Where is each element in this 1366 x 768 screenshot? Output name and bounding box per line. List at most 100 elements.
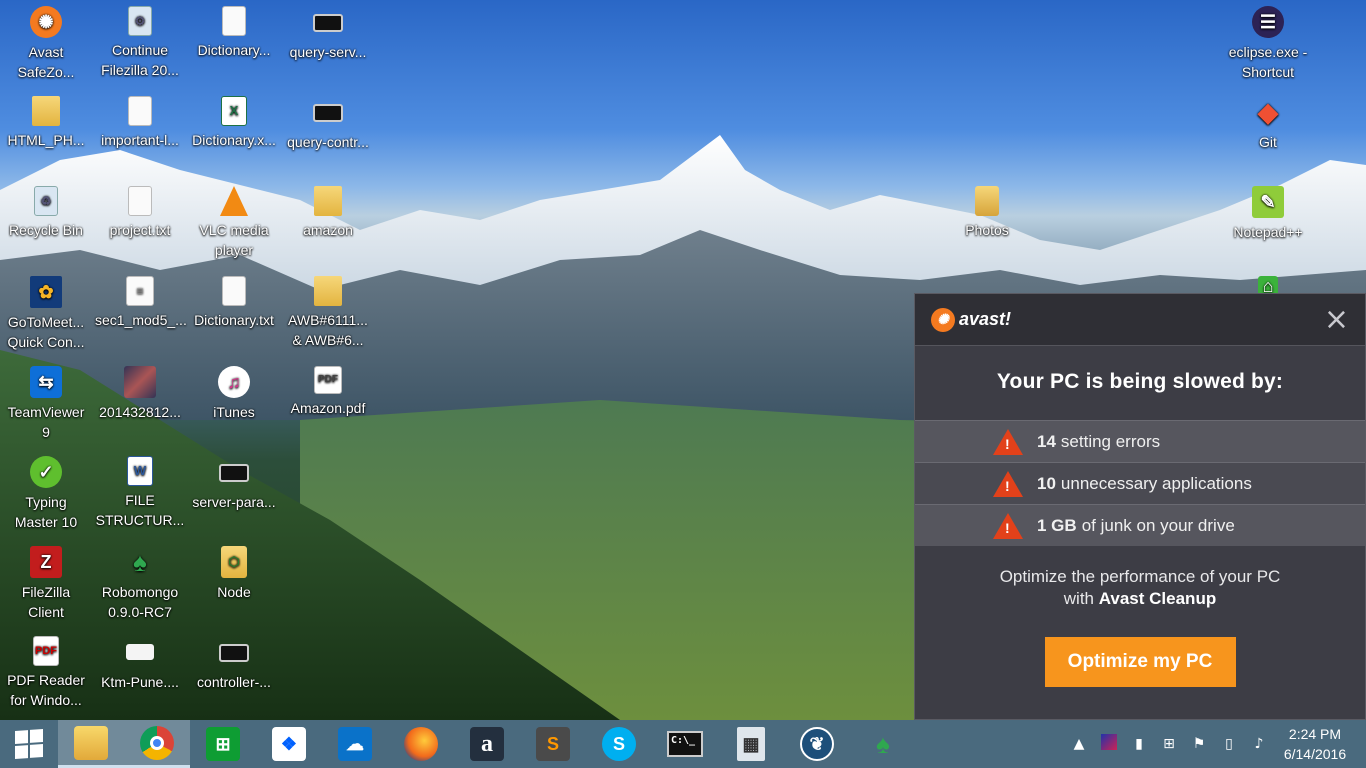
desktop-icon-server-para[interactable]: server-para... [189, 456, 279, 512]
battery-icon[interactable]: ▯ [1214, 736, 1244, 752]
show-hidden-icons[interactable]: ▲ [1064, 736, 1094, 752]
desktop-icon-eclipse[interactable]: ☰ eclipse.exe - Shortcut [1223, 6, 1313, 82]
desktop-icon-label: controller-... [197, 674, 271, 690]
popup-title: Your PC is being slowed by: [996, 370, 1284, 393]
desktop-icon-label: Robomongo 0.9.0-RC7 [101, 584, 179, 620]
desktop-icon-html-ph[interactable]: HTML_PH... [1, 96, 91, 150]
volume-icon[interactable]: ♪ [1244, 736, 1274, 752]
tray-app-icon[interactable] [1094, 734, 1124, 754]
promo-line-1: Optimize the performance of your PC [999, 567, 1281, 586]
desktop-icon-project-txt[interactable]: project.txt [95, 186, 185, 240]
windows-icon[interactable]: ⊞ [1154, 736, 1184, 752]
desktop-icon-ktm-pune[interactable]: Ktm-Pune.... [95, 636, 185, 692]
desktop-icon-image-file[interactable]: 201432812... [95, 366, 185, 422]
folder-icon [314, 186, 342, 216]
start-button[interactable] [0, 720, 58, 768]
avast-notification-popup: ✺ avast! × Your PC is being slowed by: !… [914, 293, 1366, 720]
close-button[interactable]: × [1324, 304, 1349, 335]
signal-strength-icon[interactable]: ▮ [1124, 736, 1154, 752]
desktop-icon-itunes[interactable]: ♫ iTunes [189, 366, 279, 422]
desktop-icon-vlc[interactable]: VLC media player [189, 186, 279, 260]
desktop-icon-pdf-reader[interactable]: PDF PDF Reader for Windo... [1, 636, 91, 710]
desktop-icon-label: Photos [965, 222, 1009, 238]
warning-icon: ! [993, 470, 1023, 497]
desktop-icon-teamviewer[interactable]: ⇆ TeamViewer 9 [1, 366, 91, 442]
issue-count: 1 GB [1037, 515, 1077, 535]
taskbar-firefox[interactable] [388, 720, 454, 768]
skype-icon: S [602, 727, 636, 761]
recycle-bin-icon: ♻ [34, 186, 58, 216]
warning-icon: ! [993, 428, 1023, 455]
dropbox-icon: ❖ [272, 727, 306, 761]
taskbar-command-prompt[interactable]: C:\_ [652, 720, 718, 768]
desktop-icon-dictionary-xlsx[interactable]: X Dictionary.x... [189, 96, 279, 150]
desktop-icon-photos[interactable]: Photos [942, 186, 1032, 240]
sourcetree-icon: ❦ [800, 727, 834, 761]
image-icon [124, 366, 156, 398]
desktop-icon-avast-safezone[interactable]: ✺ Avast SafeZo... [1, 6, 91, 82]
desktop-icon-filezilla-client[interactable]: Z FileZilla Client [1, 546, 91, 622]
amazon-icon: a [470, 727, 504, 761]
desktop-icon-controller[interactable]: controller-... [189, 636, 279, 692]
onedrive-icon: ☁ [338, 727, 372, 761]
avast-logo-text: avast! [959, 309, 1012, 329]
issue-row: ! 10 unnecessary applications [915, 462, 1365, 504]
taskbar-skype[interactable]: S [586, 720, 652, 768]
desktop-icon-amazon-pdf[interactable]: PDF Amazon.pdf [283, 366, 373, 418]
desktop-icon-file-structure[interactable]: W FILE STRUCTUR... [95, 456, 185, 530]
desktop-icon-label: Git [1259, 134, 1277, 150]
desktop-icon-notepad-plus-plus[interactable]: ✎ Notepad++ [1223, 186, 1313, 242]
desktop-icon-label: AWB#6111... & AWB#6... [288, 312, 368, 348]
issue-row: ! 14 setting errors [915, 420, 1365, 462]
action-center-flag-icon[interactable]: ⚑ [1184, 736, 1214, 752]
taskbar-calculator[interactable]: ▦ [718, 720, 784, 768]
desktop-icon-dictionary[interactable]: Dictionary... [189, 6, 279, 60]
taskbar-amazon[interactable]: a [454, 720, 520, 768]
desktop-icon-label: amazon [303, 222, 353, 238]
avast-logo: ✺ avast! [931, 307, 1012, 332]
desktop-icon-typing-master[interactable]: ✓ Typing Master 10 [1, 456, 91, 532]
taskbar-file-explorer[interactable] [58, 720, 124, 768]
avast-icon: ✺ [30, 6, 62, 38]
eclipse-icon: ☰ [1252, 6, 1284, 38]
desktop-icon-git[interactable]: ◆ Git [1223, 96, 1313, 152]
taskbar-onedrive[interactable]: ☁ [322, 720, 388, 768]
desktop-icon-recycle-bin[interactable]: ♻ Recycle Bin [1, 186, 91, 240]
file-explorer-icon [74, 725, 108, 760]
taskbar-chrome[interactable] [124, 720, 190, 768]
desktop-icon-label: query-serv... [289, 44, 367, 60]
photos-folder-icon [975, 186, 999, 216]
desktop-icon-awb[interactable]: AWB#6111... & AWB#6... [283, 276, 373, 350]
taskbar-dropbox[interactable]: ❖ [256, 720, 322, 768]
desktop-icon-node[interactable]: ⬡ Node [189, 546, 279, 602]
desktop-icon-amazon-folder[interactable]: amazon [283, 186, 373, 240]
gotomeeting-icon: ✿ [30, 276, 62, 308]
taskbar-robomongo[interactable]: ♠ [850, 720, 916, 768]
issue-row: ! 1 GB of junk on your drive [915, 504, 1365, 546]
sublime-text-icon: S [536, 727, 570, 761]
desktop-icon-label: Dictionary... [197, 42, 271, 58]
desktop-icon-query-serv[interactable]: query-serv... [283, 6, 373, 62]
desktop-icon-continue-filezilla[interactable]: ⚙ Continue Filezilla 20... [95, 6, 185, 80]
issue-text: setting errors [1060, 431, 1161, 451]
command-prompt-icon [313, 104, 343, 122]
taskbar-sourcetree[interactable]: ❦ [784, 720, 850, 768]
desktop-icon-label: FileZilla Client [21, 584, 71, 620]
desktop-icon-important[interactable]: important-l... [95, 96, 185, 150]
desktop-icon-gotomeeting[interactable]: ✿ GoToMeet... Quick Con... [1, 276, 91, 352]
taskbar-store[interactable]: ⊞ [190, 720, 256, 768]
avast-logo-icon: ✺ [931, 307, 955, 332]
desktop-icon-label: Recycle Bin [9, 222, 83, 238]
optimize-button[interactable]: Optimize my PC [1044, 637, 1236, 687]
desktop-icon-dictionary-txt[interactable]: Dictionary.txt [189, 276, 279, 330]
desktop-icon-label: TeamViewer 9 [7, 404, 85, 440]
command-prompt-icon [313, 14, 343, 32]
desktop-icon-sec1-mod5[interactable]: ≡ sec1_mod5_... [95, 276, 187, 330]
desktop-icon-robomongo[interactable]: ♠ Robomongo 0.9.0-RC7 [95, 546, 185, 622]
taskbar-sublime-text[interactable]: S [520, 720, 586, 768]
chrome-icon [140, 725, 174, 760]
clock[interactable]: 2:24 PM 6/14/2016 [1274, 724, 1366, 764]
desktop-icon-query-contr[interactable]: query-contr... [283, 96, 373, 152]
notepad-plus-plus-icon: ✎ [1252, 186, 1284, 218]
desktop-icon-label: eclipse.exe - Shortcut [1228, 44, 1308, 80]
